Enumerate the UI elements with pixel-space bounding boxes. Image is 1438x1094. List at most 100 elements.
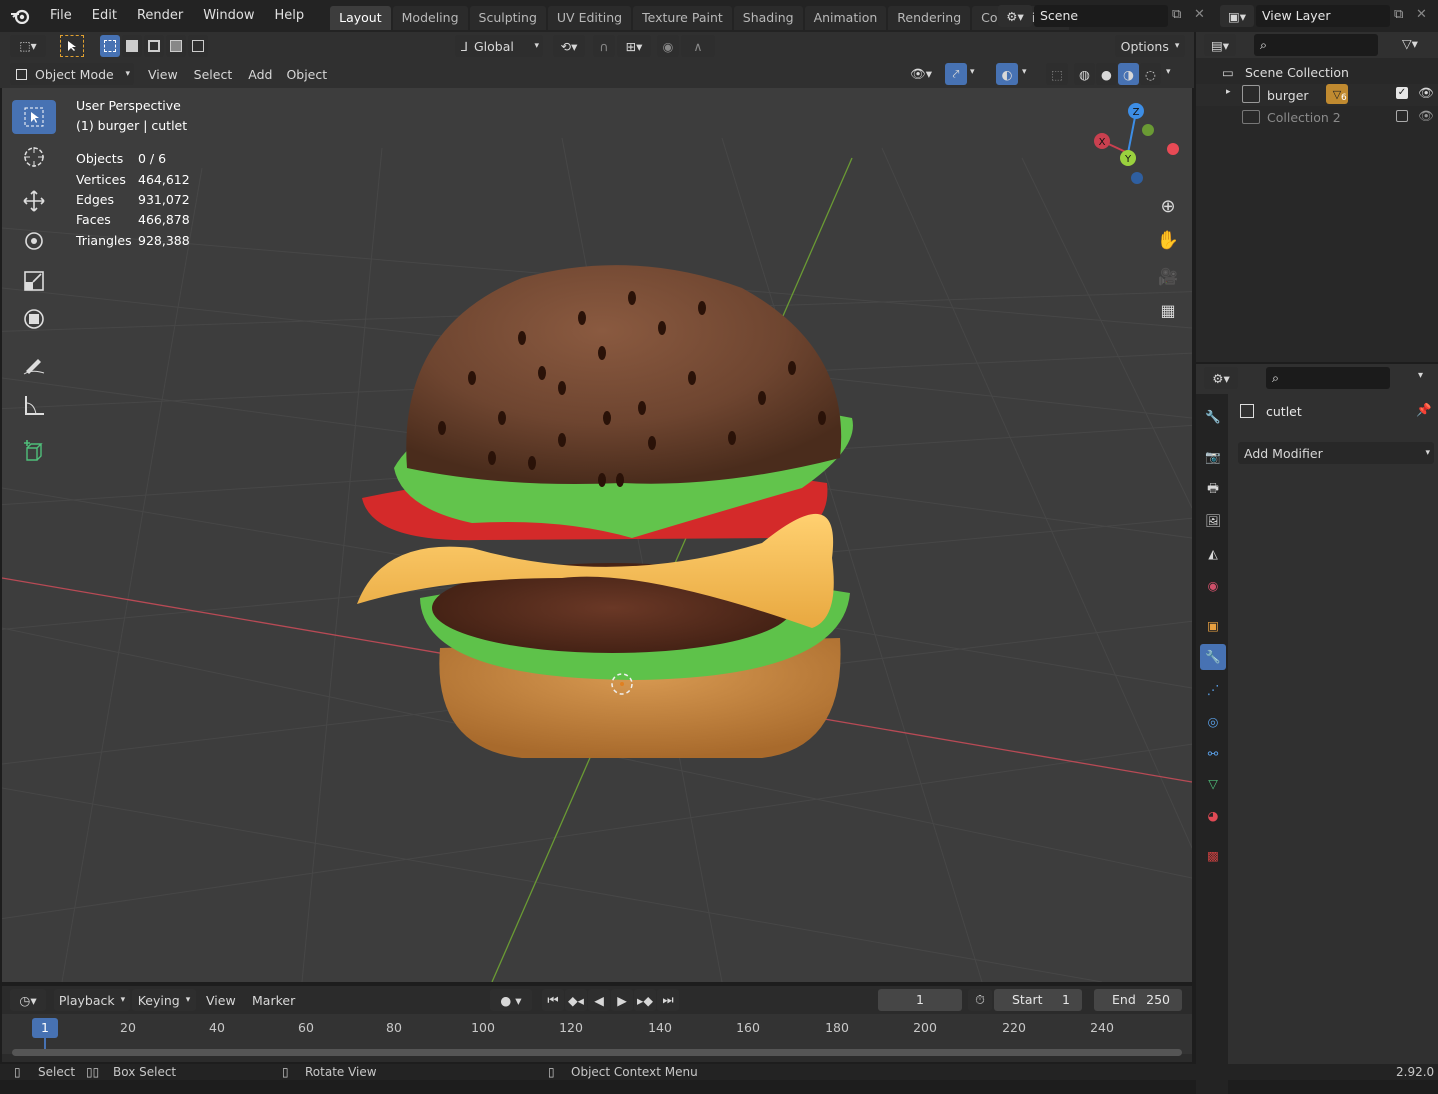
timeline-editor-type-button[interactable]: ◷▾ xyxy=(10,989,46,1011)
tab-physics[interactable]: ◎ xyxy=(1200,708,1226,734)
tab-world[interactable]: ◉ xyxy=(1200,572,1226,598)
menu-help[interactable]: Help xyxy=(265,0,315,32)
start-frame-field[interactable]: Start 1 xyxy=(994,989,1082,1011)
transform-tool-button[interactable] xyxy=(12,302,56,336)
add-cube-tool-button[interactable] xyxy=(12,434,56,468)
properties-search-input[interactable]: ⌕ xyxy=(1266,367,1390,389)
pivot-point-button[interactable]: ⟲▾ xyxy=(553,35,585,57)
pan-view-button[interactable]: ✋ xyxy=(1152,224,1184,256)
timeline-scrollbar[interactable] xyxy=(12,1049,1182,1056)
play-reverse-icon[interactable]: ◀ xyxy=(588,989,610,1011)
close-scene-icon[interactable]: ✕ xyxy=(1194,7,1205,22)
tab-shading[interactable]: Shading xyxy=(733,6,803,30)
eye-icon[interactable]: 👁 xyxy=(1418,85,1434,101)
wireframe-shading-icon[interactable]: ◍ xyxy=(1074,63,1095,85)
tab-particles[interactable]: ⋰ xyxy=(1200,676,1226,702)
material-preview-shading-icon[interactable]: ◑ xyxy=(1118,63,1139,85)
eye-icon[interactable]: 👁 xyxy=(1418,108,1434,124)
mode-set-icon[interactable] xyxy=(100,35,120,57)
play-icon[interactable]: ▶ xyxy=(611,989,633,1011)
mode-invert-icon[interactable] xyxy=(166,35,186,57)
overlays-toggle-button[interactable]: ◐ xyxy=(996,63,1018,85)
add-modifier-dropdown[interactable]: Add Modifier ▾ xyxy=(1238,442,1434,464)
outliner-item-burger[interactable]: burger xyxy=(1267,88,1309,103)
jump-end-icon[interactable]: ⏭ xyxy=(657,989,679,1011)
tab-render[interactable]: 📷 xyxy=(1200,444,1226,470)
tab-modeling[interactable]: Modeling xyxy=(392,6,468,30)
tab-layout[interactable]: Layout xyxy=(330,6,391,30)
visibility-filter-button[interactable]: 👁▾ xyxy=(903,63,939,85)
pin-icon[interactable]: 📌 xyxy=(1416,402,1432,418)
new-view-layer-icon[interactable]: ⧉ xyxy=(1394,7,1403,22)
menu-file[interactable]: File xyxy=(40,0,82,32)
playback-dropdown[interactable]: Playback ▾ xyxy=(54,989,130,1011)
tab-scene[interactable]: ◭ xyxy=(1200,540,1226,566)
snap-target-button[interactable]: ⊞▾ xyxy=(617,35,651,57)
view-layer-selector-button[interactable]: ▣▾ xyxy=(1220,5,1254,27)
tab-sculpting[interactable]: Sculpting xyxy=(469,6,546,30)
exclude-checkbox[interactable] xyxy=(1396,110,1408,122)
current-frame-field[interactable]: 1 xyxy=(878,989,962,1011)
timeline-menu-view[interactable]: View xyxy=(206,993,236,1008)
end-frame-field[interactable]: End 250 xyxy=(1094,989,1182,1011)
falloff-button[interactable]: ∧ xyxy=(681,35,715,57)
3d-viewport[interactable]: User Perspective (1) burger | cutlet Obj… xyxy=(2,88,1192,982)
properties-editor-type-button[interactable]: ⚙▾ xyxy=(1204,367,1238,389)
scene-selector-button[interactable]: ⚙▾ xyxy=(998,5,1032,27)
tab-tool[interactable]: 🔧 xyxy=(1200,404,1226,430)
tab-constraints[interactable]: ⚯ xyxy=(1200,740,1226,766)
menu-object[interactable]: Object xyxy=(282,67,331,82)
chevron-down-icon[interactable]: ▾ xyxy=(970,67,975,77)
xray-toggle-button[interactable]: ⬚ xyxy=(1046,63,1068,85)
tab-texture[interactable]: ▩ xyxy=(1200,842,1226,868)
tab-object-data[interactable]: ▽ xyxy=(1200,770,1226,796)
measure-tool-button[interactable] xyxy=(12,388,56,422)
menu-render[interactable]: Render xyxy=(127,0,193,32)
snap-toggle-button[interactable]: ∩ xyxy=(593,35,615,57)
transform-orientation-dropdown[interactable]: ⅃ Global ▾ xyxy=(455,35,543,57)
menu-add[interactable]: Add xyxy=(238,67,282,82)
preview-range-toggle[interactable]: ⏱ xyxy=(968,989,992,1011)
outliner-item-collection-2[interactable]: Collection 2 xyxy=(1267,110,1341,125)
outliner-editor-type-button[interactable]: ▤▾ xyxy=(1204,34,1236,56)
solid-shading-icon[interactable]: ● xyxy=(1096,63,1117,85)
scale-tool-button[interactable] xyxy=(12,264,56,298)
tab-material[interactable]: ◕ xyxy=(1200,802,1226,828)
move-tool-button[interactable] xyxy=(12,184,56,218)
chevron-down-icon[interactable]: ▾ xyxy=(1022,67,1027,77)
editor-type-button[interactable]: ⬚▾ xyxy=(10,35,46,57)
blender-logo-icon[interactable] xyxy=(0,0,40,32)
zoom-view-button[interactable]: ⊕ xyxy=(1152,190,1184,222)
keying-dropdown[interactable]: Keying ▾ xyxy=(132,989,196,1011)
exclude-checkbox[interactable]: ✓ xyxy=(1396,87,1408,99)
annotate-tool-button[interactable] xyxy=(12,348,56,382)
tab-object[interactable]: ▣ xyxy=(1200,612,1226,638)
rendered-shading-icon[interactable]: ◌ xyxy=(1140,63,1161,85)
tab-modifiers[interactable]: 🔧 xyxy=(1200,644,1226,670)
menu-edit[interactable]: Edit xyxy=(82,0,127,32)
camera-view-button[interactable]: 🎥 xyxy=(1152,260,1184,292)
new-scene-icon[interactable]: ⧉ xyxy=(1172,7,1181,22)
record-button[interactable]: ● ▾ xyxy=(490,989,532,1011)
next-keyframe-icon[interactable]: ▸◆ xyxy=(634,989,656,1011)
mode-subtract-icon[interactable] xyxy=(144,35,164,57)
timeline-menu-marker[interactable]: Marker xyxy=(252,993,295,1008)
jump-start-icon[interactable]: ⏮ xyxy=(542,989,564,1011)
tab-animation[interactable]: Animation xyxy=(804,6,887,30)
tab-uv-editing[interactable]: UV Editing xyxy=(547,6,632,30)
gizmo-toggle-button[interactable]: ⤤ xyxy=(945,63,967,85)
filter-icon[interactable]: ▽▾ xyxy=(1402,36,1418,51)
proportional-edit-button[interactable]: ◉ xyxy=(657,35,679,57)
tab-rendering[interactable]: Rendering xyxy=(888,6,971,30)
outliner-search-input[interactable]: ⌕ xyxy=(1254,34,1378,56)
tab-texture-paint[interactable]: Texture Paint xyxy=(633,6,732,30)
outliner-scene-collection[interactable]: Scene Collection xyxy=(1245,65,1349,80)
menu-window[interactable]: Window xyxy=(193,0,264,32)
mode-extend-icon[interactable] xyxy=(122,35,142,57)
rotate-tool-button[interactable] xyxy=(12,224,56,258)
navigation-gizmo[interactable]: Z X Y xyxy=(1090,98,1186,188)
menu-select[interactable]: Select xyxy=(188,67,239,82)
select-box-tool-button[interactable] xyxy=(12,100,56,134)
tab-view-layer[interactable]: 🖼 xyxy=(1200,508,1226,534)
tab-output[interactable]: 🖶 xyxy=(1200,476,1226,502)
